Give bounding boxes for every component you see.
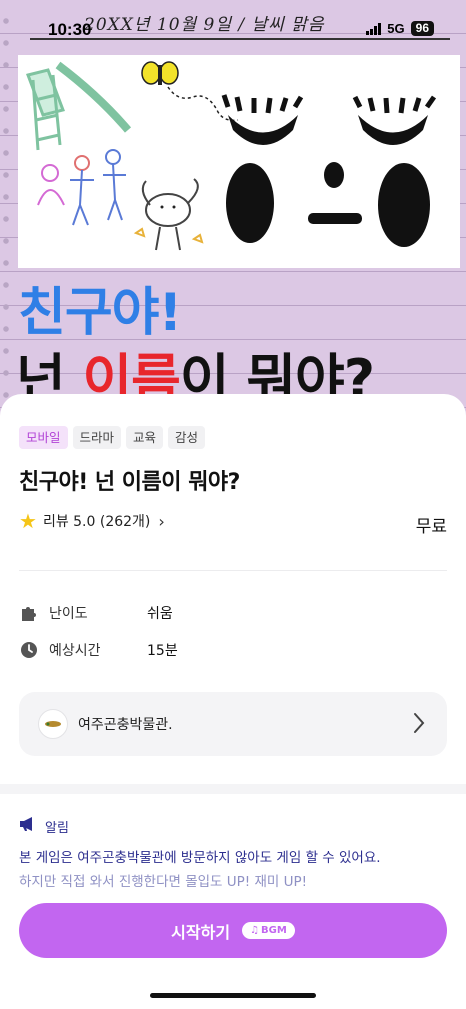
difficulty-value: 쉬움	[147, 606, 173, 622]
hero-banner: 20XX년 10월 9일 / 날씨 맑음 10:30 5G 96 친구야! 넌 …	[0, 0, 466, 420]
section-gap	[0, 784, 466, 794]
kids-drawing	[37, 149, 204, 251]
bgm-badge-label: BGM	[261, 925, 287, 936]
star-icon: ★	[19, 509, 37, 533]
signal-icon	[366, 22, 382, 35]
price-label: 무료	[415, 517, 447, 537]
notice-line2: 하지만 직접 와서 진행한다면 몰입도 UP! 재미 UP!	[19, 874, 308, 890]
crayon-drawing	[26, 61, 437, 251]
time-value: 15분	[147, 643, 178, 659]
tag: 드라마	[72, 426, 122, 449]
handwritten-date: 20XX년 10월 9일 / 날씨 맑음	[84, 15, 325, 35]
tag: 감성	[168, 426, 206, 449]
start-button-label: 시작하기	[171, 922, 231, 942]
notice-line1: 본 게임은 여주곤충박물관에 방문하지 않아도 게임 할 수 있어요.	[19, 850, 381, 866]
battery-icon: 96	[410, 21, 434, 36]
game-detail-sheet: 모바일 드라마 교육 감성 친구야! 넌 이름이 뭐야? ★ 리뷰 5.0 (2…	[0, 394, 466, 1009]
organization-card[interactable]: 여주곤충박물관.	[19, 692, 447, 756]
music-note-icon: ♫	[250, 925, 260, 936]
organization-logo	[38, 709, 68, 739]
organization-name: 여주곤충박물관.	[78, 717, 173, 733]
butterfly-drawing	[141, 61, 239, 122]
start-button[interactable]: 시작하기 ♫ BGM	[19, 903, 447, 958]
home-indicator	[150, 993, 316, 998]
game-title: 친구야! 넌 이름이 뭐야?	[19, 470, 240, 495]
time-label: 예상시간	[49, 643, 101, 659]
hero-title-line1: 친구야!	[18, 283, 182, 343]
slide-drawing	[26, 61, 132, 151]
puzzle-icon	[19, 603, 39, 623]
big-face-drawing	[221, 94, 437, 247]
review-link[interactable]: ★ 리뷰 5.0 (262개) ›	[19, 511, 165, 531]
review-label: 리뷰 5.0 (262개)	[42, 514, 151, 530]
tag: 교육	[126, 426, 164, 449]
time-row: 예상시간 15분	[19, 640, 178, 660]
hero-illustration	[18, 55, 460, 268]
bgm-badge: ♫ BGM	[242, 922, 295, 939]
notebook-rings	[2, 10, 10, 410]
divider	[19, 570, 447, 571]
chevron-right-icon	[413, 712, 425, 738]
network-label: 5G	[387, 21, 405, 36]
notice-body: 본 게임은 여주곤충박물관에 방문하지 않아도 게임 할 수 있어요. 하지만 …	[19, 846, 451, 894]
difficulty-label: 난이도	[49, 606, 88, 622]
megaphone-icon	[19, 816, 37, 836]
notice-header: 알림	[19, 816, 69, 836]
chevron-right-icon: ›	[158, 511, 165, 531]
status-icons: 5G 96	[366, 21, 434, 36]
clock-icon	[19, 640, 39, 660]
status-time: 10:30	[48, 20, 92, 39]
notice-heading: 알림	[45, 820, 69, 836]
difficulty-row: 난이도 쉬움	[19, 603, 173, 623]
tag: 모바일	[19, 426, 68, 449]
date-underline	[30, 38, 450, 40]
tag-list: 모바일 드라마 교육 감성	[19, 426, 206, 449]
